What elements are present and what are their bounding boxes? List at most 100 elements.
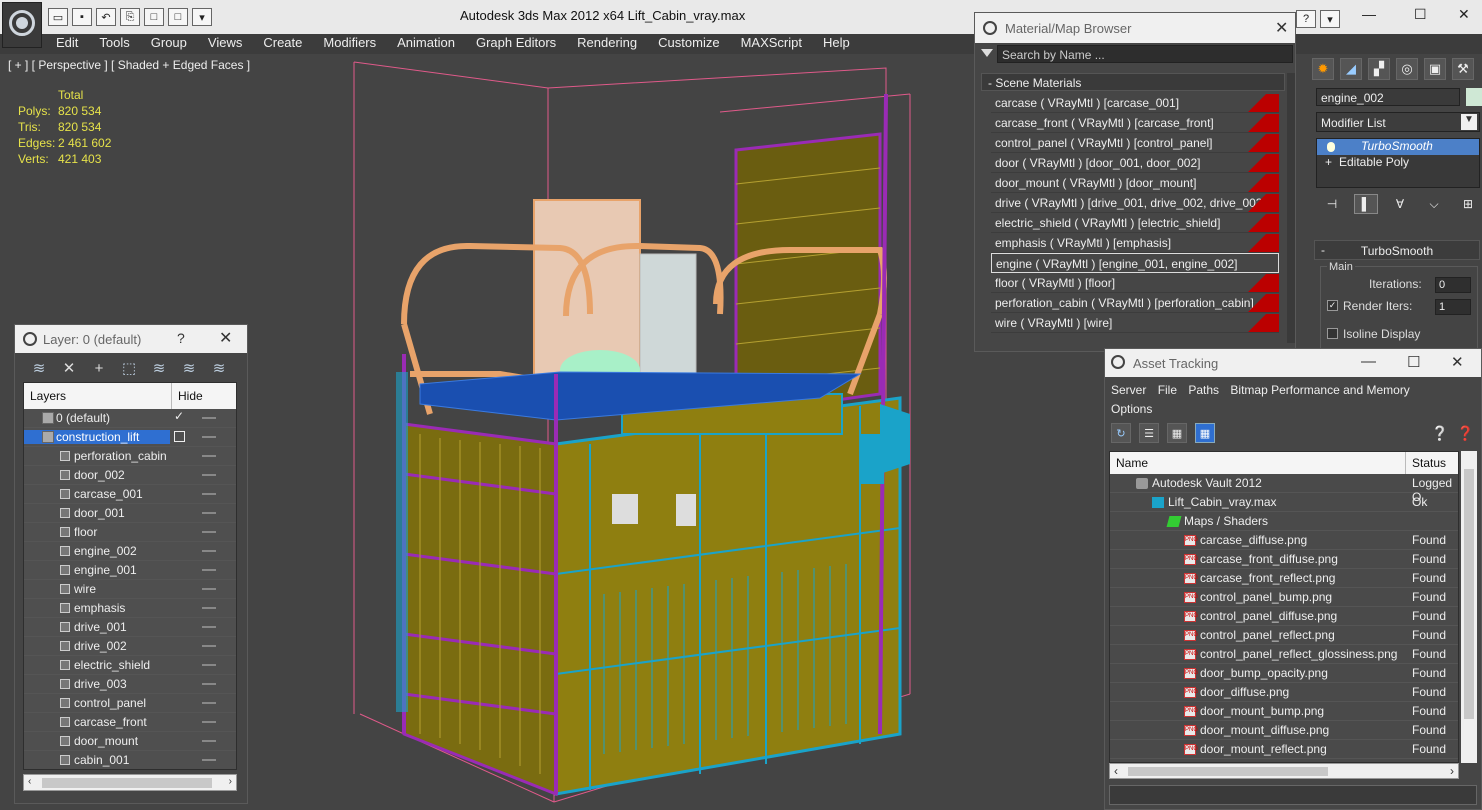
layer-object-row[interactable]: door_002 xyxy=(24,466,236,485)
hide-toggle[interactable] xyxy=(202,417,216,419)
material-item[interactable]: floor ( VRayMtl ) [floor] xyxy=(991,273,1279,293)
delete-layer-icon[interactable]: ✕ xyxy=(59,358,79,378)
layer-object-row[interactable]: engine_001 xyxy=(24,561,236,580)
layer-object-row[interactable]: electric_shield xyxy=(24,656,236,675)
hide-toggle[interactable] xyxy=(202,474,216,476)
modifier-list-dropdown[interactable]: Modifier List ▼ xyxy=(1316,112,1480,132)
help-icon[interactable]: ? xyxy=(1296,10,1316,28)
freeze-all-layers-icon[interactable]: ≋ xyxy=(209,358,229,378)
material-item[interactable]: control_panel ( VRayMtl ) [control_panel… xyxy=(991,133,1279,153)
hide-toggle[interactable] xyxy=(202,702,216,704)
menu-bitmap-performance[interactable]: Bitmap Performance and Memory xyxy=(1230,383,1409,397)
modify-tab-icon[interactable]: ◢ xyxy=(1340,58,1362,80)
hide-toggle[interactable] xyxy=(202,455,216,457)
layer-object-row[interactable]: wire xyxy=(24,580,236,599)
asset-row[interactable]: PNG carcase_front_reflect.png Found xyxy=(1110,569,1458,588)
expand-icon[interactable]: + xyxy=(1325,155,1332,169)
material-item[interactable]: perforation_cabin ( VRayMtl ) [perforati… xyxy=(991,293,1279,313)
add-to-layer-icon[interactable]: + xyxy=(89,358,109,378)
scroll-thumb[interactable] xyxy=(42,778,212,788)
motion-tab-icon[interactable]: ◎ xyxy=(1396,58,1418,80)
asset-row[interactable]: PNG door_bump_opacity.png Found xyxy=(1110,664,1458,683)
menu-maxscript[interactable]: MAXScript xyxy=(741,34,813,54)
hide-toggle[interactable] xyxy=(202,569,216,571)
redo-icon[interactable]: ⎘ xyxy=(120,8,140,26)
material-item[interactable]: emphasis ( VRayMtl ) [emphasis] xyxy=(991,233,1279,253)
lightbulb-icon[interactable] xyxy=(1327,142,1335,152)
hold-icon[interactable]: □ xyxy=(144,8,164,26)
layer-object-row[interactable]: drive_002 xyxy=(24,637,236,656)
open-file-icon[interactable]: ▭ xyxy=(48,8,68,26)
asset-horizontal-scrollbar[interactable]: ‹ › xyxy=(1109,763,1459,779)
thumbnail-view-icon[interactable]: ▦ xyxy=(1167,423,1187,443)
remove-modifier-icon[interactable]: ⌵ xyxy=(1422,194,1446,214)
menu-rendering[interactable]: Rendering xyxy=(577,34,648,54)
layer-object-row[interactable]: drive_003 xyxy=(24,675,236,694)
table-view-icon[interactable]: ▦ xyxy=(1195,423,1215,443)
stack-item-editable-poly[interactable]: + Editable Poly xyxy=(1317,155,1479,171)
hide-toggle[interactable] xyxy=(202,626,216,628)
hide-toggle[interactable] xyxy=(202,436,216,438)
asset-vertical-scrollbar[interactable] xyxy=(1461,451,1477,763)
layer-object-row[interactable]: drive_001 xyxy=(24,618,236,637)
highlight-selected-icon[interactable]: ≋ xyxy=(149,358,169,378)
close-button[interactable]: ✕ xyxy=(1458,6,1470,23)
hide-toggle[interactable] xyxy=(202,721,216,723)
configure-modifier-sets-icon[interactable]: ⊞ xyxy=(1456,194,1480,214)
fetch-icon[interactable]: □ xyxy=(168,8,188,26)
set-current-layer-icon[interactable] xyxy=(174,431,185,442)
hide-toggle[interactable] xyxy=(202,512,216,514)
object-color-swatch[interactable] xyxy=(1466,88,1482,106)
hide-toggle[interactable] xyxy=(202,607,216,609)
asset-row[interactable]: PNG door_mount_diffuse.png Found xyxy=(1110,721,1458,740)
layer-object-row[interactable]: engine_002 xyxy=(24,542,236,561)
scroll-left-icon[interactable]: ‹ xyxy=(28,776,31,787)
hide-toggle[interactable] xyxy=(202,664,216,666)
qat-dropdown-icon[interactable]: ▾ xyxy=(192,8,212,26)
hide-toggle[interactable] xyxy=(202,588,216,590)
asset-row[interactable]: Maps / Shaders xyxy=(1110,512,1458,531)
viewport-label[interactable]: [ + ] [ Perspective ] [ Shaded + Edged F… xyxy=(8,58,250,72)
layer-object-row[interactable]: control_panel xyxy=(24,694,236,713)
status-column-header[interactable]: Status xyxy=(1406,452,1452,474)
layer-dialog-titlebar[interactable]: Layer: 0 (default) ? ✕ xyxy=(15,325,247,353)
stack-item-turbosmooth[interactable]: TurboSmooth xyxy=(1317,139,1479,155)
menu-options[interactable]: Options xyxy=(1111,402,1152,416)
scroll-left-icon[interactable]: ‹ xyxy=(1114,764,1118,778)
scroll-thumb[interactable] xyxy=(1464,469,1474,719)
asset-row[interactable]: Lift_Cabin_vray.max Ok xyxy=(1110,493,1458,512)
layer-object-row[interactable]: emphasis xyxy=(24,599,236,618)
make-unique-icon[interactable]: ∀ xyxy=(1388,194,1412,214)
create-tab-icon[interactable]: ✹ xyxy=(1312,58,1334,80)
layer-help-button[interactable]: ? xyxy=(177,330,185,346)
minimize-button[interactable]: — xyxy=(1361,353,1376,370)
material-browser-scrollbar[interactable] xyxy=(1287,73,1295,343)
layer-object-row[interactable]: carcase_front xyxy=(24,713,236,732)
layers-column-header[interactable]: Layers xyxy=(24,383,172,409)
asset-row[interactable]: PNG carcase_diffuse.png Found xyxy=(1110,531,1458,550)
hide-toggle[interactable] xyxy=(202,550,216,552)
select-objects-icon[interactable]: ⬚ xyxy=(119,358,139,378)
asset-row[interactable]: PNG control_panel_reflect.png Found xyxy=(1110,626,1458,645)
scroll-right-icon[interactable]: › xyxy=(1450,764,1454,778)
material-browser-titlebar[interactable]: Material/Map Browser ✕ xyxy=(975,13,1295,43)
pin-stack-icon[interactable]: ⊣ xyxy=(1320,194,1344,214)
asset-row[interactable]: PNG control_panel_diffuse.png Found xyxy=(1110,607,1458,626)
refresh-icon[interactable]: ↻ xyxy=(1111,423,1131,443)
menu-file[interactable]: File xyxy=(1158,383,1177,397)
active-layer-check-icon[interactable]: ✓ xyxy=(174,409,184,423)
menu-edit[interactable]: Edit xyxy=(56,34,89,54)
show-end-result-icon[interactable]: ▌ xyxy=(1354,194,1378,214)
layer-horizontal-scrollbar[interactable]: ‹ › xyxy=(23,774,237,791)
name-column-header[interactable]: Name xyxy=(1110,452,1406,474)
object-name-field[interactable]: engine_002 xyxy=(1316,88,1460,106)
turbosmooth-rollout-header[interactable]: - TurboSmooth xyxy=(1314,240,1480,260)
layer-object-row[interactable]: floor xyxy=(24,523,236,542)
maximize-button[interactable]: ☐ xyxy=(1407,353,1420,371)
list-view-icon[interactable]: ☰ xyxy=(1139,423,1159,443)
scene-materials-group[interactable]: - Scene Materials xyxy=(981,73,1285,91)
asset-row[interactable]: Autodesk Vault 2012 Logged O xyxy=(1110,474,1458,504)
menu-views[interactable]: Views xyxy=(208,34,253,54)
hide-toggle[interactable] xyxy=(202,740,216,742)
hide-column-header[interactable]: Hide xyxy=(172,383,209,409)
